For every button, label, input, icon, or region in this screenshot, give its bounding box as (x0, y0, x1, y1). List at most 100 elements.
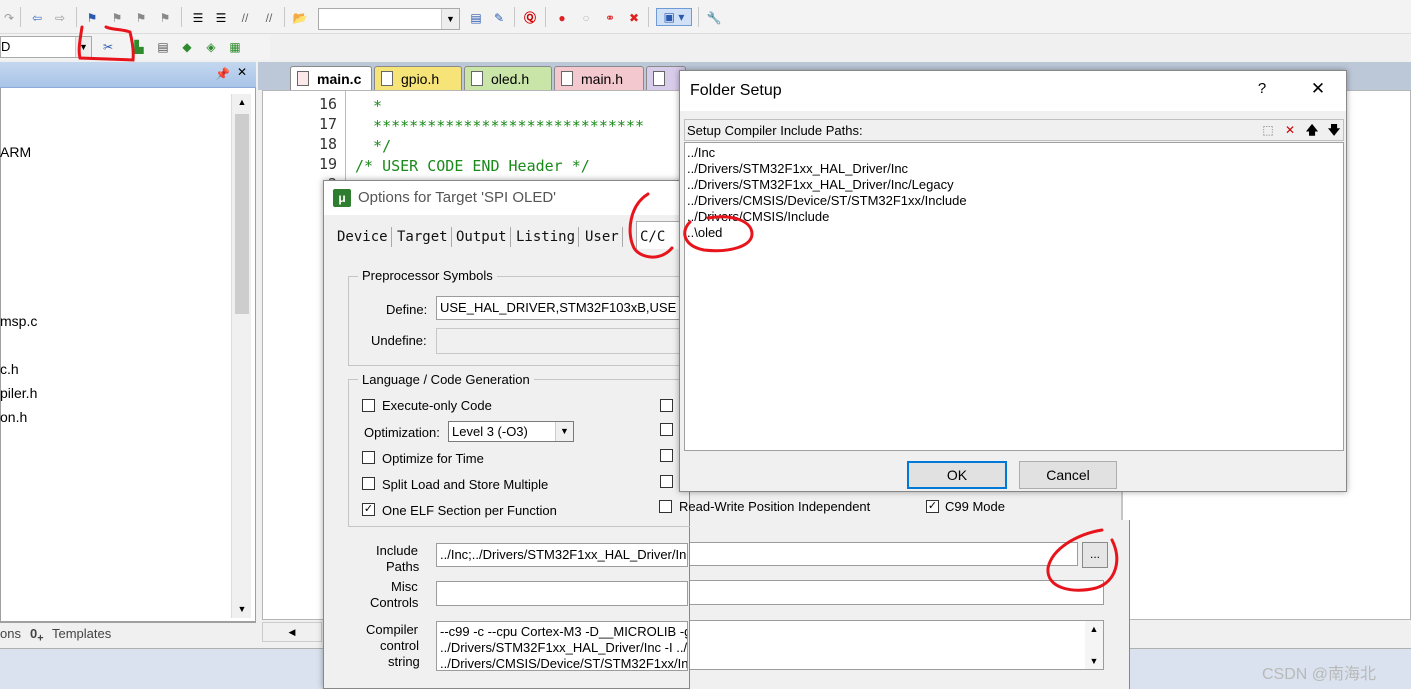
tab-functions[interactable]: ons (0, 626, 21, 641)
list-item[interactable]: ../Drivers/STM32F1xx_HAL_Driver/Inc (687, 161, 908, 176)
tree-item[interactable]: piler.h (0, 385, 37, 401)
ok-button[interactable]: OK (907, 461, 1007, 489)
pin-icon[interactable]: 📌 (215, 67, 230, 81)
manage-components-icon[interactable]: ▙ (130, 38, 148, 56)
option-checkbox-2[interactable] (660, 423, 673, 436)
help-icon[interactable]: ? (1252, 80, 1272, 97)
breakpoint-kill-icon[interactable]: ✖ (625, 9, 643, 27)
scroll-left-icon[interactable]: ◀ (289, 627, 296, 637)
tab-listing[interactable]: Listing (513, 227, 580, 247)
project-panel-header: 📌 ✕ (0, 62, 256, 88)
editor-tab-oled-h[interactable]: oled.h (464, 66, 552, 91)
execute-only-checkbox[interactable] (362, 399, 375, 412)
unindent-icon[interactable]: ☰ (212, 9, 230, 27)
define-input[interactable]: USE_HAL_DRIVER,STM32F103xB,USE (436, 296, 688, 320)
c99-mode-label: C99 Mode (945, 499, 1005, 514)
editor-hscroll[interactable]: ◀ (262, 622, 322, 642)
editor-tab-gpio-h[interactable]: gpio.h (374, 66, 462, 91)
close-icon[interactable]: ✕ (1306, 79, 1330, 99)
indent-icon[interactable]: ☰ (189, 9, 207, 27)
project-scrollbar[interactable]: ▲ ▼ (231, 94, 251, 618)
cancel-button[interactable]: Cancel (1019, 461, 1117, 489)
tab-user[interactable]: User (582, 227, 623, 247)
tree-item[interactable]: c.h (0, 361, 19, 377)
back-icon[interactable]: ⇦ (28, 9, 46, 27)
include-paths-input-tail[interactable] (690, 542, 1078, 566)
undefine-input[interactable] (436, 328, 688, 354)
list-item[interactable]: ../Inc (687, 145, 715, 160)
forward-icon[interactable]: ⇨ (51, 9, 69, 27)
c99-mode-checkbox[interactable]: ✓ (926, 500, 939, 513)
chevron-down-icon[interactable]: ▼ (75, 37, 91, 57)
one-elf-checkbox[interactable]: ✓ (362, 503, 375, 516)
find-combo[interactable]: ▼ (318, 8, 460, 30)
bookmark-clear-icon[interactable]: ⚑ (156, 9, 174, 27)
pack-installer-icon[interactable]: ◈ (202, 38, 220, 56)
chevron-down-icon[interactable]: ▼ (441, 9, 459, 29)
list-item[interactable]: ..\oled (687, 225, 722, 240)
rw-position-checkbox[interactable] (659, 500, 672, 513)
compiler-line: ../Drivers/STM32F1xx_HAL_Driver/Inc -I .… (440, 640, 688, 655)
optimize-time-checkbox[interactable] (362, 451, 375, 464)
list-item[interactable]: ../Drivers/CMSIS/Device/ST/STM32F1xx/Inc… (687, 193, 967, 208)
option-checkbox-4[interactable] (660, 475, 673, 488)
list-item[interactable]: ../Drivers/CMSIS/Include (687, 209, 829, 224)
editor-tab-main-c[interactable]: main.c (290, 66, 372, 91)
tree-item[interactable]: msp.c (0, 313, 37, 329)
option-checkbox-1[interactable] (660, 399, 673, 412)
delete-icon[interactable]: ✕ (1281, 122, 1299, 138)
scroll-up-icon[interactable]: ▲ (232, 94, 252, 111)
settings-icon[interactable]: 🔧 (705, 9, 723, 27)
scroll-thumb[interactable] (235, 114, 249, 314)
chevron-down-icon[interactable]: ▼ (555, 422, 573, 441)
compiler-control-tail[interactable]: ▲ ▼ (690, 620, 1104, 670)
find-icon[interactable]: ✎ (490, 9, 508, 27)
compiler-control-string[interactable]: --c99 -c --cpu Cortex-M3 -D__MICROLIB -g… (436, 621, 688, 671)
breakpoint-clear-icon[interactable]: ⚭ (601, 9, 619, 27)
scroll-up-icon[interactable]: ▲ (1085, 621, 1103, 637)
comment-icon[interactable]: // (236, 9, 254, 27)
include-paths-browse-button[interactable]: ... (1082, 542, 1108, 568)
editor-tab-main-h[interactable]: main.h (554, 66, 644, 91)
tab-target[interactable]: Target (394, 227, 452, 247)
move-down-icon[interactable]: 🡇 (1325, 122, 1343, 138)
debug-icon[interactable]: Ⓠ (521, 9, 539, 27)
compiler-control-label: Compiler (366, 622, 419, 637)
options-for-target-icon[interactable]: ✂ (99, 38, 117, 56)
bookmark-next-icon[interactable]: ⚑ (132, 9, 150, 27)
tree-item[interactable]: on.h (0, 409, 27, 425)
tree-item[interactable]: ARM (0, 144, 31, 160)
close-icon[interactable]: ✕ (234, 65, 250, 81)
scroll-down-icon[interactable]: ▼ (1085, 653, 1103, 669)
compiler-scrollbar[interactable]: ▲ ▼ (1085, 621, 1103, 669)
breakpoint-icon[interactable]: ● (553, 9, 571, 27)
option-checkbox-3[interactable] (660, 449, 673, 462)
tab-output[interactable]: Output (453, 227, 511, 247)
include-paths-list[interactable]: ../Inc ../Drivers/STM32F1xx_HAL_Driver/I… (684, 142, 1344, 451)
optimization-select[interactable]: Level 3 (-O3) ▼ (448, 421, 574, 442)
uncomment-icon[interactable]: // (260, 9, 278, 27)
breakpoint-disable-icon[interactable]: ○ (577, 9, 595, 27)
tab-device[interactable]: Device (334, 227, 392, 247)
split-load-checkbox[interactable] (362, 477, 375, 490)
new-folder-icon[interactable]: ⬚ (1259, 122, 1277, 138)
bookmark-icon[interactable]: ⚑ (83, 9, 101, 27)
toolbar-separator (20, 7, 21, 27)
misc-controls-input[interactable] (436, 581, 688, 606)
open-file-icon[interactable]: 📂 (291, 9, 309, 27)
find-in-files-icon[interactable]: ▤ (467, 9, 485, 27)
list-item[interactable]: ../Drivers/STM32F1xx_HAL_Driver/Inc/Lega… (687, 177, 954, 192)
run-time-env-icon[interactable]: ▦ (226, 38, 244, 56)
misc-controls-input-tail[interactable] (690, 580, 1104, 605)
move-up-icon[interactable]: 🡅 (1303, 122, 1321, 138)
scroll-down-icon[interactable]: ▼ (232, 601, 252, 618)
window-icon[interactable]: ▣ ▾ (656, 8, 692, 26)
target-select[interactable]: D ▼ (0, 36, 92, 58)
select-pack-icon[interactable]: ◆ (178, 38, 196, 56)
tab-templates[interactable]: Templates (52, 626, 111, 641)
toolbar-separator (76, 7, 77, 27)
bookmark-prev-icon[interactable]: ⚑ (108, 9, 126, 27)
include-paths-input[interactable]: ../Inc;../Drivers/STM32F1xx_HAL_Driver/I… (436, 543, 688, 567)
file-extensions-icon[interactable]: ▤ (154, 38, 172, 56)
undo-icon[interactable]: ↷ (0, 9, 18, 27)
